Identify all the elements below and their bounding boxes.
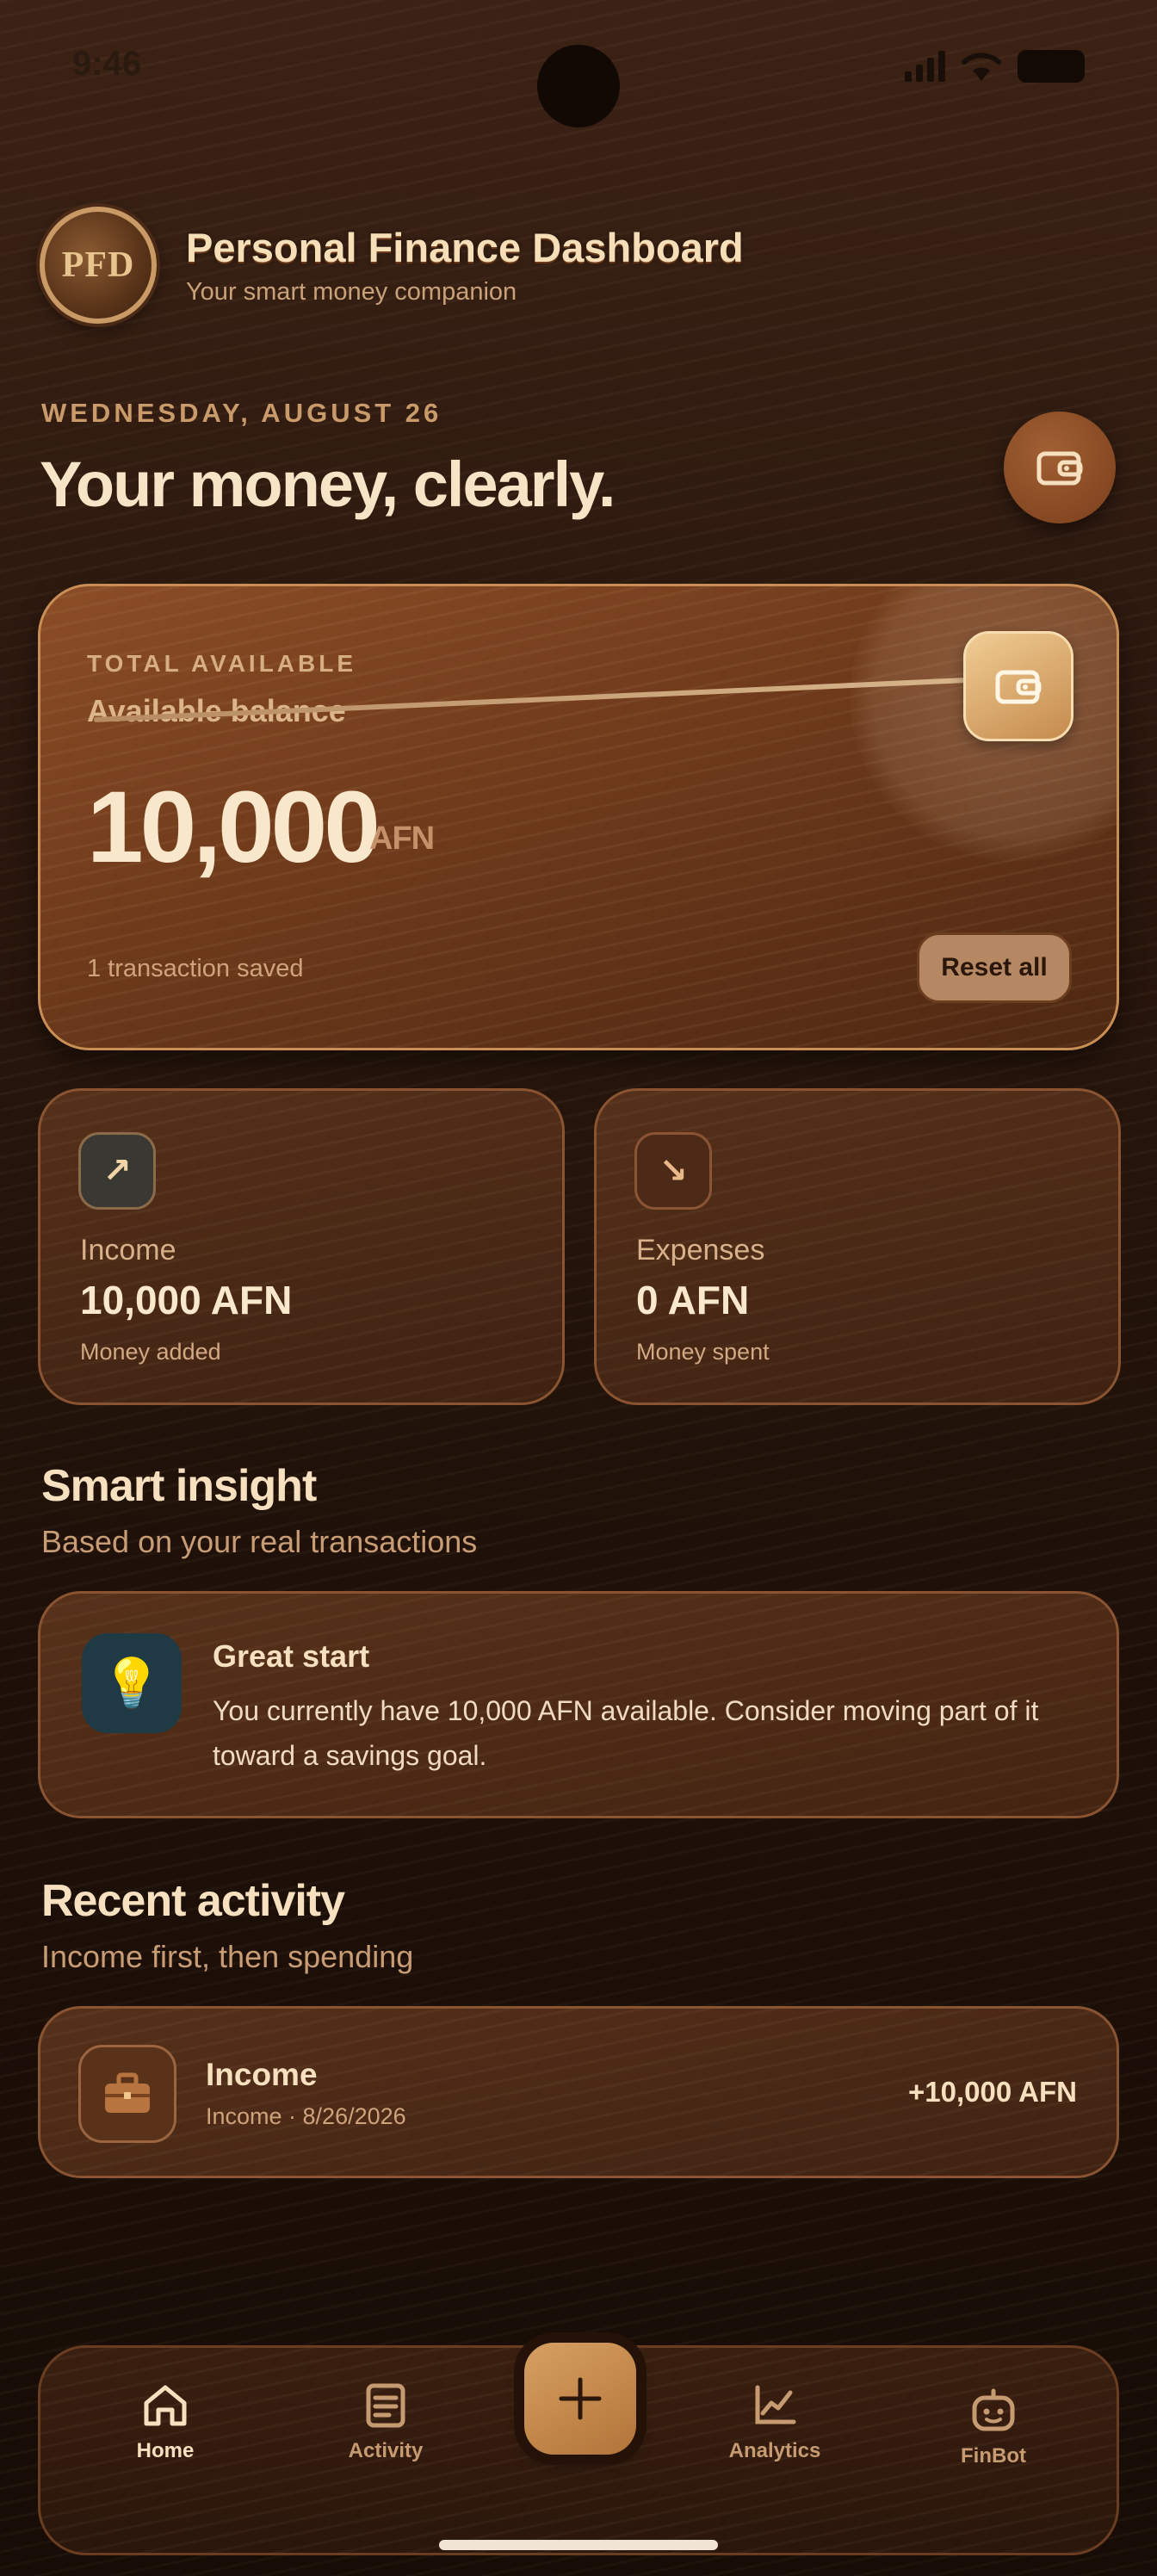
income-caption: Money added [80,1339,221,1365]
nav-home[interactable]: Home [84,2382,247,2463]
insight-card[interactable]: 💡 Great start You currently have 10,000 … [38,1591,1119,1818]
app-logo: PFD [40,207,157,324]
balance-label: TOTAL AVAILABLE [87,650,357,677]
status-time: 9:46 [72,45,142,83]
battery-icon [1018,50,1085,83]
wallet-icon [1036,451,1083,486]
expenses-caption: Money spent [636,1339,770,1365]
wallet-icon [995,670,1042,704]
activity-section-subtitle: Income first, then spending [41,1939,414,1974]
app-title: Personal Finance Dashboard [186,225,744,270]
transaction-count: 1 transaction saved [87,955,304,982]
reset-all-button[interactable]: Reset all [917,932,1072,1003]
income-label: Income [80,1234,176,1266]
insight-section-title: Smart insight [41,1461,317,1511]
arrow-up-right-icon: ↗ [78,1132,156,1210]
date-label: WEDNESDAY, AUGUST 26 [41,398,442,428]
home-icon [144,2385,187,2426]
wifi-icon [962,53,1001,81]
activity-amount: +10,000 AFN [908,2076,1077,2108]
expenses-card[interactable]: ↘ Expenses 0 AFN Money spent [594,1088,1121,1405]
activity-meta: Income · 8/26/2026 [206,2103,406,2129]
activity-section-title: Recent activity [41,1876,345,1926]
page-headline: Your money, clearly. [40,449,616,520]
income-card[interactable]: ↗ Income 10,000 AFN Money added [38,1088,565,1405]
expenses-value: 0 AFN [636,1278,750,1322]
app-subtitle: Your smart money companion [186,278,517,306]
chart-icon [755,2385,796,2424]
status-bar: 9:46 [0,0,1157,138]
nav-finbot-label: FinBot [961,2444,1026,2468]
bottom-nav: Home Activity Analytics FinBot [38,2343,1119,2555]
lightbulb-icon: 💡 [82,1633,182,1733]
balance-amount: 10,000 [87,771,381,884]
balance-currency: AFN [369,820,435,857]
arrow-down-right-icon: ↘ [634,1132,712,1210]
briefcase-icon [78,2045,176,2143]
camera-cutout [537,45,620,127]
signal-icon [905,51,945,82]
robot-icon [972,2388,1015,2431]
add-transaction-button[interactable] [524,2343,636,2455]
home-indicator[interactable] [439,2540,718,2550]
nav-home-label: Home [136,2439,195,2462]
nav-activity-label: Activity [348,2439,424,2462]
nav-analytics[interactable]: Analytics [693,2382,857,2463]
insight-section-subtitle: Based on your real transactions [41,1524,478,1559]
list-item[interactable]: Income Income · 8/26/2026 +10,000 AFN [38,2006,1119,2178]
balance-wallet-badge [963,631,1073,741]
insight-body: You currently have 10,000 AFN available.… [213,1695,1039,1771]
plus-icon [559,2377,602,2420]
document-icon [366,2383,405,2428]
status-icons [905,50,1085,83]
app-header: PFD Personal Finance Dashboard Your smar… [40,205,1116,325]
income-value: 10,000 AFN [80,1278,293,1322]
logo-text: PFD [61,245,135,285]
header-text: Personal Finance Dashboard Your smart mo… [186,224,744,307]
activity-title: Income [206,2057,318,2092]
balance-card: TOTAL AVAILABLE Available balance 10,000… [38,584,1119,1050]
app-screen: 9:46 PFD Personal Finance Dashboard Your… [0,0,1157,2576]
nav-activity[interactable]: Activity [304,2382,467,2463]
nav-finbot[interactable]: FinBot [912,2387,1075,2468]
wallet-button[interactable] [1004,412,1116,523]
nav-analytics-label: Analytics [728,2439,821,2462]
insight-title: Great start [213,1638,370,1674]
expenses-label: Expenses [636,1234,765,1266]
